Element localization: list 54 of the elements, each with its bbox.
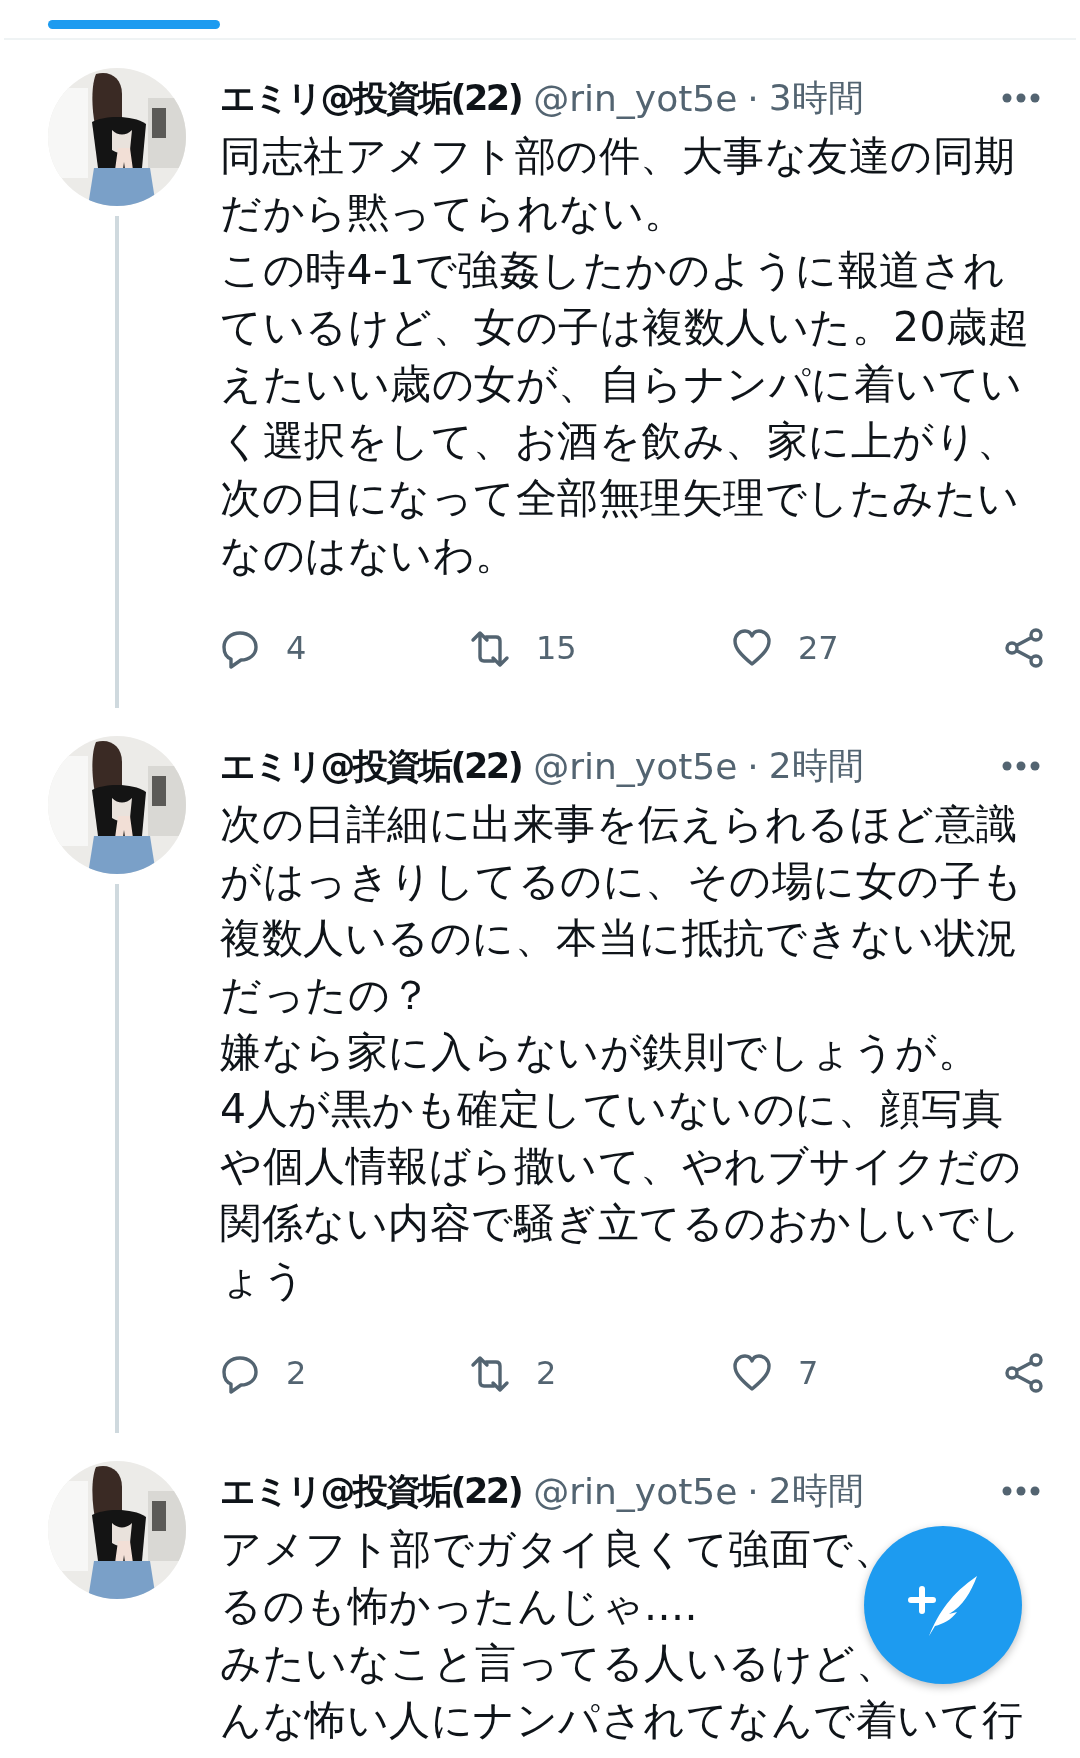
author-handle[interactable]: @rin_yot5e: [533, 745, 738, 787]
tweet-text-line: るのも怖かったんじゃ....: [220, 1581, 699, 1632]
tweet-text-line: なのはないわ。: [220, 530, 517, 581]
tweet-text-line: んな怖い人にナンパされてなんで着いて行: [220, 1695, 1024, 1746]
tweet-text-line: 同志社アメフト部の件、大事な友達の同期: [220, 131, 1016, 182]
reply-count: 4: [286, 629, 307, 667]
like-button[interactable]: 27: [732, 627, 839, 669]
author-name[interactable]: エミリ@投資垢(22): [220, 1467, 522, 1515]
tweet-text-line: 嫌なら家に入らないが鉄則でしょうが。: [220, 1027, 979, 1078]
author-handle[interactable]: @rin_yot5e: [533, 1470, 738, 1512]
author-handle[interactable]: @rin_yot5e: [533, 77, 738, 119]
tweet-time[interactable]: 2時間: [768, 741, 864, 791]
tweet-text-line: だったの？: [220, 970, 432, 1021]
tweet-text-line: 次の日詳細に出来事を伝えられるほど意識: [220, 799, 1018, 850]
tweet-text-line: この時4-1で強姦したかのように報道され: [220, 245, 1006, 296]
tweet-text-line: ているけど、女の子は複数人いた。20歳超: [220, 302, 1030, 353]
retweet-count: 2: [536, 1354, 557, 1392]
tweet-text-line: ょう: [220, 1255, 305, 1306]
retweet-button[interactable]: 2: [470, 1352, 557, 1394]
more-icon[interactable]: [1002, 761, 1040, 771]
reply-button[interactable]: 4: [220, 627, 307, 669]
tweet-text-line: 複数人いるのに、本当に抵抗できない状況: [220, 913, 1018, 964]
reply-count: 2: [286, 1354, 307, 1392]
retweet-button[interactable]: 15: [470, 627, 577, 669]
like-icon: [732, 627, 772, 669]
tweet-time[interactable]: 3時間: [768, 73, 864, 123]
separator-dot: ·: [747, 745, 759, 787]
tweet-text-line: く選択をして、お酒を飲み、家に上がり、: [220, 416, 1019, 467]
tweet-text-line: 次の日になって全部無理矢理でしたみたい: [220, 473, 1020, 524]
tweet-text-line: アメフト部でガタイ良くて強面で、: [220, 1524, 895, 1575]
tweet-text-line: 関係ない内容で騒ぎ立てるのおかしいでし: [220, 1198, 1022, 1249]
share-icon: [1004, 628, 1044, 668]
retweet-count: 15: [536, 629, 577, 667]
separator-dot: ·: [747, 77, 759, 119]
tweet-text-line: みたいなこと言ってる人いるけど、: [220, 1638, 897, 1689]
share-button[interactable]: [1004, 1353, 1044, 1393]
separator-dot: ·: [747, 1470, 759, 1512]
more-icon[interactable]: [1002, 1486, 1040, 1496]
author-name[interactable]: エミリ@投資垢(22): [220, 74, 522, 122]
share-icon: [1004, 1353, 1044, 1393]
tweet-text-line: がはっきりしてるのに、その場に女の子も: [220, 856, 1024, 907]
tweet-time[interactable]: 2時間: [768, 1466, 864, 1516]
reply-button[interactable]: 2: [220, 1352, 307, 1394]
tweet-text-line: えたいい歳の女が、自らナンパに着いてい: [220, 359, 1023, 410]
author-name[interactable]: エミリ@投資垢(22): [220, 742, 522, 790]
like-count: 27: [798, 629, 839, 667]
tweet-text-line: 4人が黒かも確定していないのに、顔写真: [220, 1084, 1004, 1135]
more-icon[interactable]: [1002, 93, 1040, 103]
share-button[interactable]: [1004, 628, 1044, 668]
like-icon: [732, 1352, 772, 1394]
like-count: 7: [798, 1354, 819, 1392]
tweet-text-line: や個人情報ばら撒いて、やれブサイクだの: [220, 1141, 1022, 1192]
tweet-text-line: だから黙ってられない。: [220, 188, 686, 239]
like-button[interactable]: 7: [732, 1352, 819, 1394]
